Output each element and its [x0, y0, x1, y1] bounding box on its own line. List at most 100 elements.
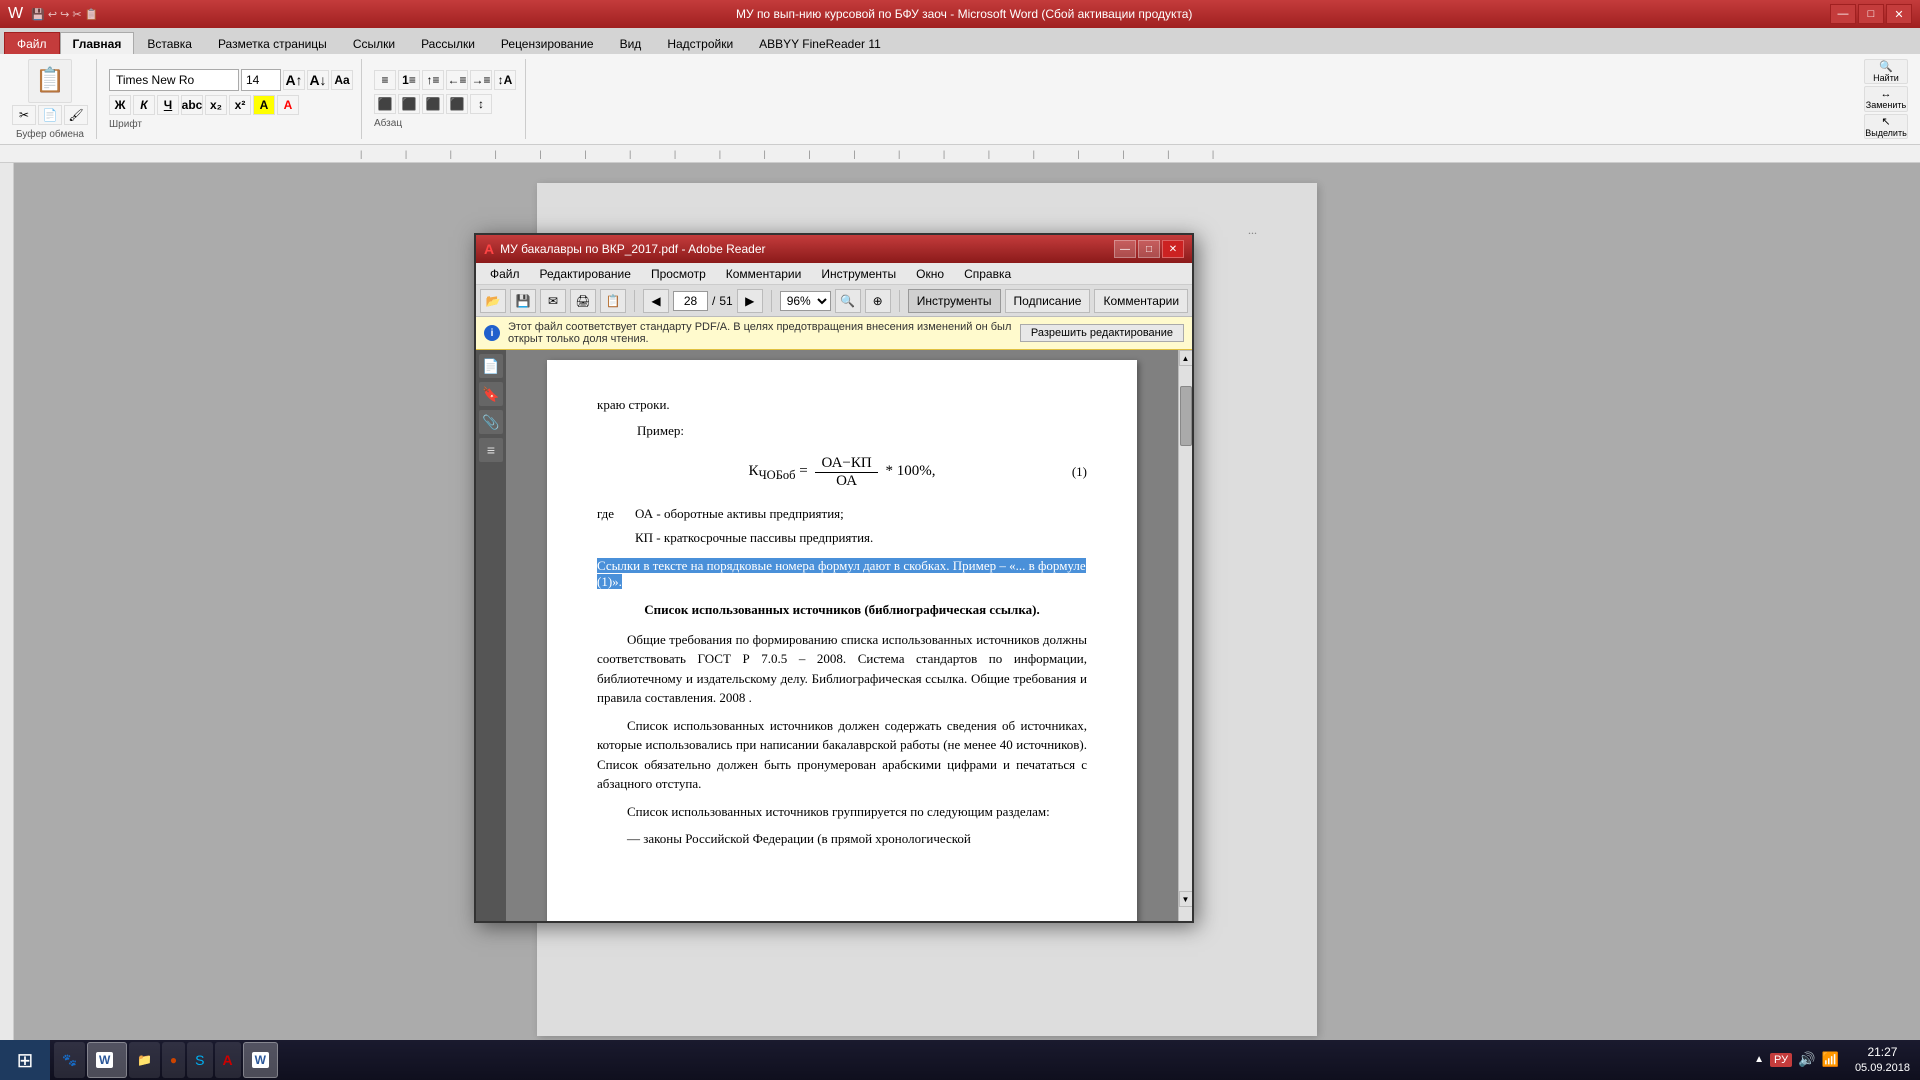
start-button[interactable]: ⊞ [0, 1040, 50, 1080]
systray-up-arrow[interactable]: ▲ [1754, 1054, 1764, 1065]
adobe-close-button[interactable]: ✕ [1162, 240, 1184, 258]
selected-text: Ссылки в тексте на порядковые номера фор… [597, 558, 1086, 589]
superscript-button[interactable]: x² [229, 95, 251, 115]
adobe-comments-button[interactable]: Комментарии [1094, 289, 1188, 313]
adobe-sidebar-pages[interactable]: 📄 [479, 354, 503, 378]
taskbar-item-skype[interactable]: S [187, 1042, 212, 1078]
adobe-menu-help[interactable]: Справка [954, 265, 1021, 283]
systray-sound-icon[interactable]: 🔊 [1798, 1051, 1815, 1068]
adobe-maximize-button[interactable]: □ [1138, 240, 1160, 258]
tab-view[interactable]: Вид [607, 32, 655, 54]
maximize-button[interactable]: □ [1858, 4, 1884, 24]
strikethrough-button[interactable]: abc [181, 95, 203, 115]
adobe-form-button[interactable]: 📋 [600, 289, 626, 313]
align-right-button[interactable]: ⬛ [422, 94, 444, 114]
adobe-tools-button[interactable]: Инструменты [908, 289, 1001, 313]
adobe-menu-comments[interactable]: Комментарии [716, 265, 812, 283]
adobe-menu-file[interactable]: Файл [480, 265, 530, 283]
justify-button[interactable]: ⬛ [446, 94, 468, 114]
adobe-sidebar-bookmarks[interactable]: 🔖 [479, 382, 503, 406]
adobe-save-button[interactable]: 💾 [510, 289, 536, 313]
taskbar-item-browser[interactable]: ● [162, 1042, 185, 1078]
adobe-zoom-select[interactable]: 96% [780, 291, 831, 311]
adobe-sign-button[interactable]: Подписание [1005, 289, 1091, 313]
adobe-prev-page-button[interactable]: ◀ [643, 289, 669, 313]
italic-button[interactable]: К [133, 95, 155, 115]
minimize-button[interactable]: — [1830, 4, 1856, 24]
adobe-minimize-button[interactable]: — [1114, 240, 1136, 258]
copy-button[interactable]: 📄 [38, 105, 62, 125]
tab-insert[interactable]: Вставка [134, 32, 205, 54]
font-size-input[interactable]: 14 [241, 69, 281, 91]
adobe-next-page-button[interactable]: ▶ [737, 289, 763, 313]
tab-addins[interactable]: Надстройки [654, 32, 746, 54]
font-grow-button[interactable]: A↑ [283, 70, 305, 90]
window-title: МУ по вып-нию курсовой по БФУ заоч - Mic… [98, 7, 1830, 21]
adobe-sidebar-layers[interactable]: ≡ [479, 438, 503, 462]
ruler: | | | | | | | | | | | | | | | | | | | | [0, 145, 1920, 163]
font-clear-button[interactable]: Aa [331, 70, 353, 90]
adobe-icon: A [484, 241, 494, 257]
font-shrink-button[interactable]: A↓ [307, 70, 329, 90]
decrease-indent-button[interactable]: ←≡ [446, 70, 468, 90]
adobe-zoom-button[interactable]: 🔍 [835, 289, 861, 313]
close-button[interactable]: ✕ [1886, 4, 1912, 24]
taskbar-clock[interactable]: 21:27 05.09.2018 [1855, 1045, 1910, 1075]
align-center-button[interactable]: ⬛ [398, 94, 420, 114]
find-button[interactable]: 🔍Найти [1864, 59, 1908, 84]
cut-button[interactable]: ✂ [12, 105, 36, 125]
where-block: где ОА - оборотные активы предприятия; [597, 506, 1087, 522]
replace-button[interactable]: ↔Заменить [1864, 86, 1908, 111]
ribbon: Файл Главная Вставка Разметка страницы С… [0, 28, 1920, 145]
tab-references[interactable]: Ссылки [340, 32, 408, 54]
sort-button[interactable]: ↕A [494, 70, 516, 90]
adobe-email-button[interactable]: ✉ [540, 289, 566, 313]
clipboard-label: Буфер обмена [16, 129, 84, 140]
adobe-menu-edit[interactable]: Редактирование [530, 265, 641, 283]
adobe-zoom-tool[interactable]: ⊕ [865, 289, 891, 313]
highlight-button[interactable]: A [253, 95, 275, 115]
systray-ru-icon[interactable]: РУ [1770, 1053, 1792, 1067]
adobe-menu-window[interactable]: Окно [906, 265, 954, 283]
tab-review[interactable]: Рецензирование [488, 32, 607, 54]
line-spacing-button[interactable]: ↕ [470, 94, 492, 114]
taskbar-item-1[interactable]: 🐾 [54, 1042, 85, 1078]
tab-home[interactable]: Главная [60, 32, 135, 54]
scroll-down-button[interactable]: ▼ [1179, 891, 1193, 907]
numbering-button[interactable]: 1≡ [398, 70, 420, 90]
bold-button[interactable]: Ж [109, 95, 131, 115]
tab-page-layout[interactable]: Разметка страницы [205, 32, 340, 54]
select-button[interactable]: ↖Выделить [1864, 114, 1908, 139]
formula-expression: КЧОБоб = ОА−КП ОА * 100%, [749, 463, 936, 479]
taskbar-item-word-2[interactable]: W [243, 1042, 278, 1078]
adobe-page-input[interactable]: 28 [673, 291, 708, 311]
format-painter-button[interactable]: 🖌 [64, 105, 88, 125]
tab-abbyy[interactable]: ABBYY FineReader 11 [746, 32, 894, 54]
scroll-thumb[interactable] [1180, 386, 1192, 446]
subscript-button[interactable]: x₂ [205, 95, 227, 115]
scroll-up-button[interactable]: ▲ [1179, 350, 1193, 366]
taskbar-item-word[interactable]: W [87, 1042, 127, 1078]
color-button[interactable]: A [277, 95, 299, 115]
taskbar-item-acrobat[interactable]: A [215, 1042, 241, 1078]
systray-network-icon[interactable]: 📶 [1822, 1051, 1839, 1068]
adobe-menu-tools[interactable]: Инструменты [811, 265, 906, 283]
adobe-sidebar-attach[interactable]: 📎 [479, 410, 503, 434]
underline-button[interactable]: Ч [157, 95, 179, 115]
adobe-toolbar: 📂 💾 ✉ 🖨 📋 ◀ 28 / 51 ▶ 96% 🔍 [476, 285, 1192, 317]
bullets-button[interactable]: ≡ [374, 70, 396, 90]
adobe-print-button[interactable]: 🖨 [570, 289, 596, 313]
multilevel-button[interactable]: ↑≡ [422, 70, 444, 90]
adobe-window-controls: — □ ✕ [1114, 240, 1184, 258]
tab-file[interactable]: Файл [4, 32, 60, 54]
adobe-allow-edit-button[interactable]: Разрешить редактирование [1020, 324, 1184, 342]
paste-button[interactable]: 📋 [28, 59, 72, 103]
increase-indent-button[interactable]: →≡ [470, 70, 492, 90]
adobe-menu-view[interactable]: Просмотр [641, 265, 716, 283]
font-name-input[interactable]: Times New Ro [109, 69, 239, 91]
tab-mailings[interactable]: Рассылки [408, 32, 488, 54]
align-left-button[interactable]: ⬛ [374, 94, 396, 114]
taskbar-item-folder[interactable]: 📁 [129, 1042, 160, 1078]
adobe-open-button[interactable]: 📂 [480, 289, 506, 313]
adobe-scrollbar[interactable]: ▲ ▼ [1178, 350, 1192, 921]
